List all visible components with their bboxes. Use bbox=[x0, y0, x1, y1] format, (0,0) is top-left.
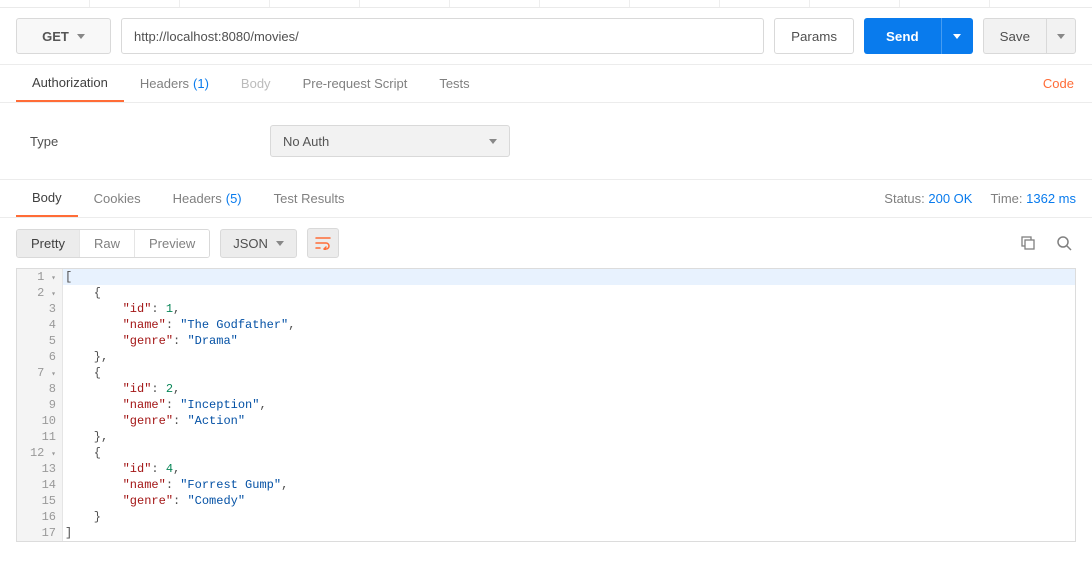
tab-label: Headers bbox=[173, 191, 222, 206]
search-button[interactable] bbox=[1052, 231, 1076, 255]
line-number: 8 bbox=[21, 381, 56, 397]
line-number: 6 bbox=[21, 349, 56, 365]
headers-count: (1) bbox=[193, 76, 209, 91]
tab-headers[interactable]: Headers (1) bbox=[124, 65, 225, 102]
code-content: [ { "id": 1, "name": "The Godfather", "g… bbox=[63, 269, 1075, 541]
line-number: 10 bbox=[21, 413, 56, 429]
tab-response-cookies[interactable]: Cookies bbox=[78, 180, 157, 217]
line-number: 15 bbox=[21, 493, 56, 509]
tab-label: Tests bbox=[439, 76, 469, 91]
view-raw[interactable]: Raw bbox=[80, 230, 135, 257]
line-gutter: 1 ▾2 ▾34567 ▾89101112 ▾1314151617 bbox=[17, 269, 63, 541]
chevron-down-icon bbox=[489, 139, 497, 144]
response-tabs: Body Cookies Headers (5) Test Results St… bbox=[0, 180, 1092, 218]
code-line: }, bbox=[63, 349, 1075, 365]
auth-type-label: Type bbox=[30, 134, 230, 149]
tab-prerequest[interactable]: Pre-request Script bbox=[287, 65, 424, 102]
format-value: JSON bbox=[233, 236, 268, 251]
tab-label: Body bbox=[241, 76, 271, 91]
params-button[interactable]: Params bbox=[774, 18, 854, 54]
line-number: 7 ▾ bbox=[21, 365, 56, 381]
url-input[interactable] bbox=[121, 18, 764, 54]
line-number: 2 ▾ bbox=[21, 285, 56, 301]
line-number: 14 bbox=[21, 477, 56, 493]
chevron-down-icon bbox=[77, 34, 85, 39]
tab-label: Body bbox=[32, 190, 62, 205]
code-line: "genre": "Comedy" bbox=[63, 493, 1075, 509]
chevron-down-icon bbox=[953, 34, 961, 39]
line-number: 12 ▾ bbox=[21, 445, 56, 461]
copy-icon bbox=[1020, 235, 1036, 251]
wrap-icon bbox=[315, 236, 331, 250]
save-dropdown[interactable] bbox=[1046, 18, 1076, 54]
code-line: { bbox=[63, 445, 1075, 461]
tab-label: Authorization bbox=[32, 75, 108, 90]
code-line: { bbox=[63, 285, 1075, 301]
line-number: 17 bbox=[21, 525, 56, 541]
save-button[interactable]: Save bbox=[983, 18, 1046, 54]
search-icon bbox=[1056, 235, 1072, 251]
method-select[interactable]: GET bbox=[16, 18, 111, 54]
chevron-down-icon bbox=[276, 241, 284, 246]
wrap-toggle[interactable] bbox=[307, 228, 339, 258]
code-line: "id": 1, bbox=[63, 301, 1075, 317]
tab-body[interactable]: Body bbox=[225, 65, 287, 102]
tab-response-tests[interactable]: Test Results bbox=[258, 180, 361, 217]
top-tab-strip bbox=[0, 0, 1092, 8]
tab-label: Headers bbox=[140, 76, 189, 91]
code-line: "name": "Inception", bbox=[63, 397, 1075, 413]
method-label: GET bbox=[42, 29, 69, 44]
headers-count: (5) bbox=[226, 191, 242, 206]
view-mode-tabs: Pretty Raw Preview bbox=[16, 229, 210, 258]
chevron-down-icon bbox=[1057, 34, 1065, 39]
tab-response-body[interactable]: Body bbox=[16, 180, 78, 217]
code-line: "name": "The Godfather", bbox=[63, 317, 1075, 333]
copy-button[interactable] bbox=[1016, 231, 1040, 255]
line-number: 3 bbox=[21, 301, 56, 317]
status-label: Status: bbox=[884, 191, 924, 206]
send-button[interactable]: Send bbox=[864, 18, 941, 54]
code-line: [ bbox=[63, 269, 1075, 285]
tab-response-headers[interactable]: Headers (5) bbox=[157, 180, 258, 217]
view-preview[interactable]: Preview bbox=[135, 230, 209, 257]
time-label: Time: bbox=[990, 191, 1022, 206]
status-area: Status: 200 OK Time: 1362 ms bbox=[884, 191, 1076, 206]
code-line: ] bbox=[63, 525, 1075, 541]
tab-label: Cookies bbox=[94, 191, 141, 206]
line-number: 16 bbox=[21, 509, 56, 525]
code-line: "id": 4, bbox=[63, 461, 1075, 477]
tab-tests[interactable]: Tests bbox=[423, 65, 485, 102]
line-number: 11 bbox=[21, 429, 56, 445]
code-line: } bbox=[63, 509, 1075, 525]
code-link[interactable]: Code bbox=[1043, 76, 1076, 91]
auth-type-select[interactable]: No Auth bbox=[270, 125, 510, 157]
line-number: 5 bbox=[21, 333, 56, 349]
line-number: 13 bbox=[21, 461, 56, 477]
auth-type-value: No Auth bbox=[283, 134, 329, 149]
code-line: "name": "Forrest Gump", bbox=[63, 477, 1075, 493]
line-number: 1 ▾ bbox=[21, 269, 56, 285]
tab-label: Pre-request Script bbox=[303, 76, 408, 91]
code-line: { bbox=[63, 365, 1075, 381]
response-body-editor[interactable]: 1 ▾2 ▾34567 ▾89101112 ▾1314151617 [ { "i… bbox=[16, 268, 1076, 542]
response-body-toolbar: Pretty Raw Preview JSON bbox=[0, 218, 1092, 268]
authorization-panel: Type No Auth bbox=[0, 103, 1092, 180]
code-line: "genre": "Action" bbox=[63, 413, 1075, 429]
status-value: 200 OK bbox=[928, 191, 972, 206]
code-line: }, bbox=[63, 429, 1075, 445]
tab-authorization[interactable]: Authorization bbox=[16, 65, 124, 102]
view-pretty[interactable]: Pretty bbox=[17, 230, 80, 257]
line-number: 9 bbox=[21, 397, 56, 413]
send-dropdown[interactable] bbox=[941, 18, 973, 54]
code-line: "id": 2, bbox=[63, 381, 1075, 397]
line-number: 4 bbox=[21, 317, 56, 333]
format-select[interactable]: JSON bbox=[220, 229, 297, 258]
code-line: "genre": "Drama" bbox=[63, 333, 1075, 349]
time-value: 1362 ms bbox=[1026, 191, 1076, 206]
tab-label: Test Results bbox=[274, 191, 345, 206]
request-bar: GET Params Send Save bbox=[0, 8, 1092, 65]
request-tabs: Authorization Headers (1) Body Pre-reque… bbox=[0, 65, 1092, 103]
